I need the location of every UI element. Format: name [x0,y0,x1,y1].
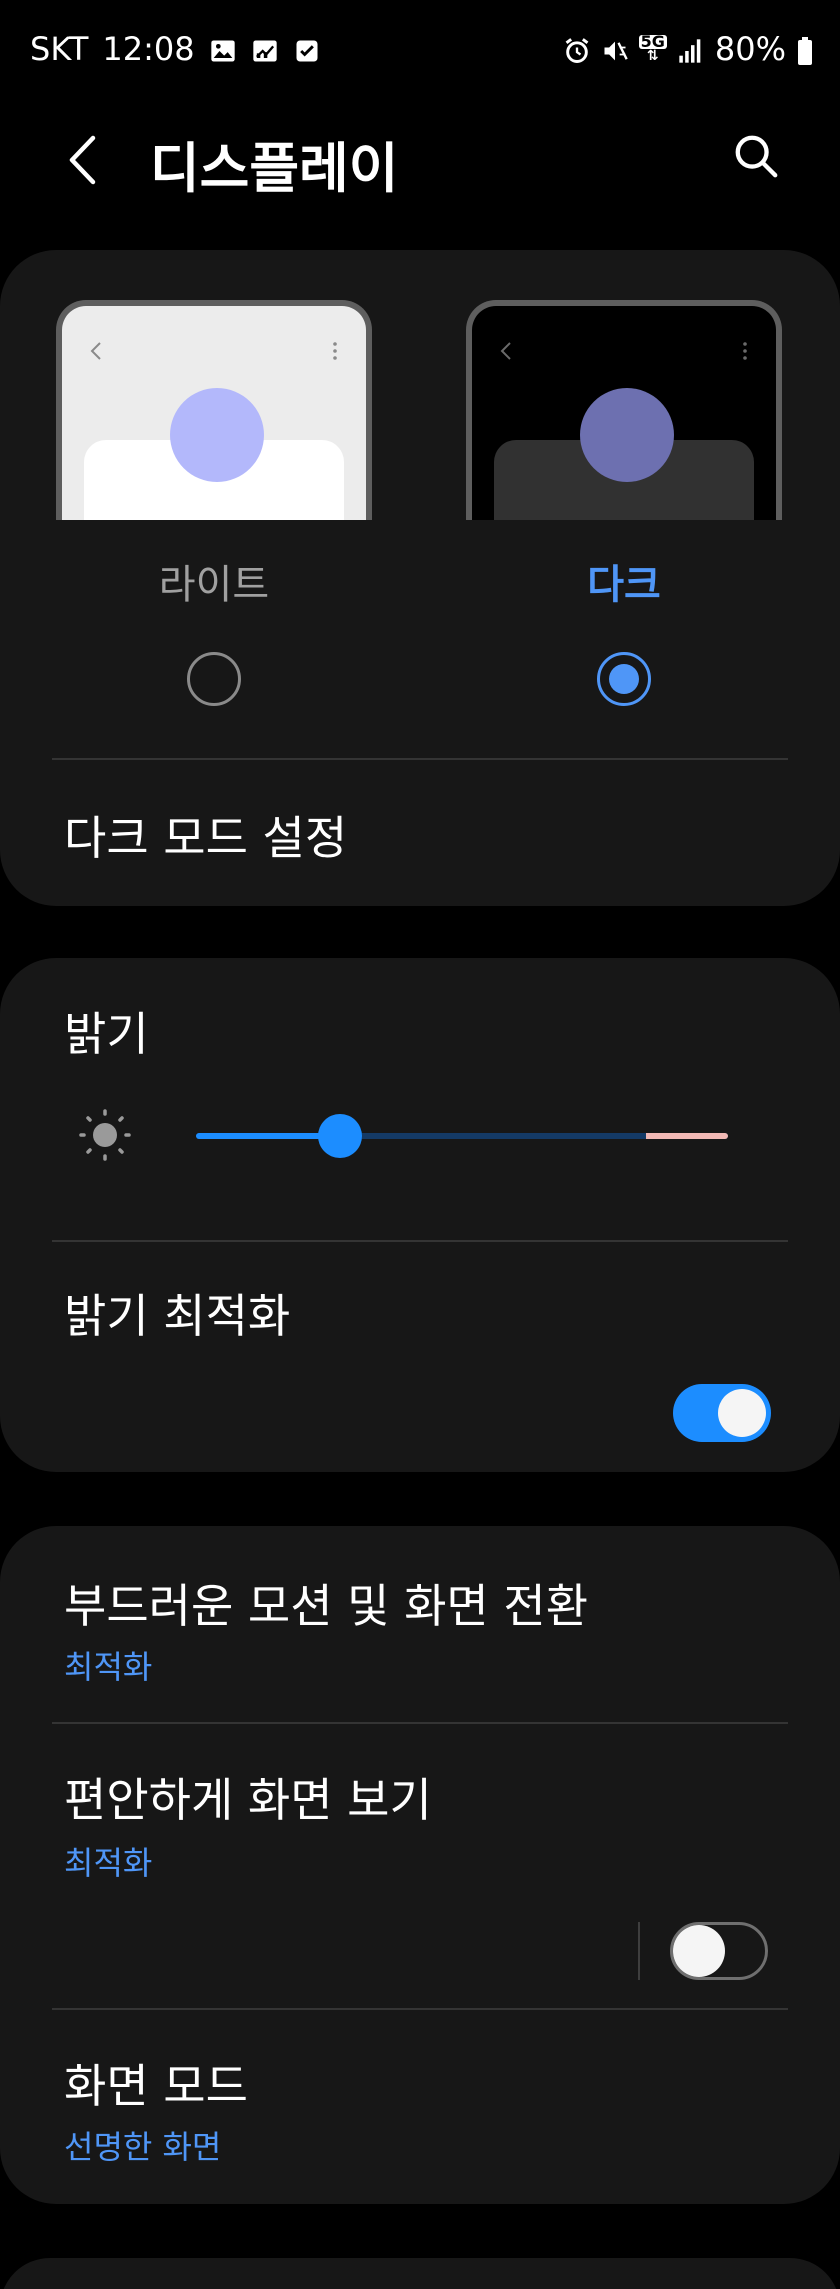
light-preview [56,300,372,520]
brightness-title: 밝기 [64,1007,149,1061]
toggle-knob [673,1925,725,1977]
screen-mode-title[interactable]: 화면 모드 [64,2050,248,2116]
carrier-label: SKT [30,30,89,68]
radio-dark[interactable] [597,652,651,706]
theme-option-dark[interactable]: 다크 [466,300,782,706]
app-header: 디스플레이 [0,110,840,210]
page-title: 디스플레이 [150,137,399,200]
clock: 12:08 [102,30,195,68]
divider [52,1240,788,1242]
signal-icon [677,35,705,63]
display-settings-card: 부드러운 모션 및 화면 전환 최적화 편안하게 화면 보기 최적화 화면 모드… [0,1526,840,2204]
toggle-separator [638,1922,640,1980]
theme-option-light[interactable]: 라이트 [56,300,372,706]
motion-value: 최적화 [64,1648,153,1686]
theme-card: 라이트 다크 다크 모드 설정 [0,250,840,906]
dark-preview [466,300,782,520]
status-bar: SKT 12:08 5G ⇅ 80% [0,0,840,100]
preview-menu-icon [743,342,747,360]
checkbox-notification-icon [293,35,321,63]
alarm-icon [563,35,591,63]
preview-back-icon [500,342,511,360]
chart-notification-icon [251,35,279,63]
divider [52,758,788,760]
radio-light[interactable] [187,652,241,706]
search-button[interactable] [724,124,788,188]
adaptive-brightness-toggle[interactable] [673,1384,771,1442]
divider [52,2008,788,2010]
data-arrows-icon: ⇅ [646,48,659,64]
motion-title[interactable]: 부드러운 모션 및 화면 전환 [64,1570,588,1636]
battery-icon [796,35,814,65]
search-icon [735,135,778,178]
theme-label-dark: 다크 [587,562,661,608]
brightness-high-zone [646,1133,728,1139]
preview-avatar [580,388,674,482]
toggle-knob [718,1389,766,1437]
brightness-slider-thumb[interactable] [317,1114,362,1158]
gallery-notification-icon [209,35,237,63]
network-type-text: 5G [638,32,667,51]
brightness-slider[interactable] [196,1114,728,1158]
dark-mode-settings-item[interactable]: 다크 모드 설정 [64,802,347,868]
preview-back-icon [90,342,101,360]
eye-comfort-value: 최적화 [64,1844,153,1882]
battery-percent: 80% [714,30,786,68]
brightness-card: 밝기 밝기 최적화 [0,958,840,1472]
mute-icon [601,35,629,63]
preview-menu-icon [333,342,337,360]
screen-mode-value: 선명한 화면 [64,2128,222,2166]
status-left: SKT 12:08 [30,30,321,68]
eye-comfort-toggle[interactable] [670,1922,768,1980]
eye-comfort-title[interactable]: 편안하게 화면 보기 [64,1764,432,1830]
adaptive-brightness-title[interactable]: 밝기 최적화 [64,1280,290,1346]
preview-avatar [170,388,264,482]
sun-icon [79,1109,131,1161]
back-arrow-icon [69,135,96,185]
status-right: 5G ⇅ 80% [563,30,814,68]
theme-label-light: 라이트 [158,562,270,608]
back-button[interactable] [52,122,112,198]
network-type-label: 5G ⇅ [638,32,667,64]
next-settings-card [0,2258,840,2289]
divider [52,1722,788,1724]
